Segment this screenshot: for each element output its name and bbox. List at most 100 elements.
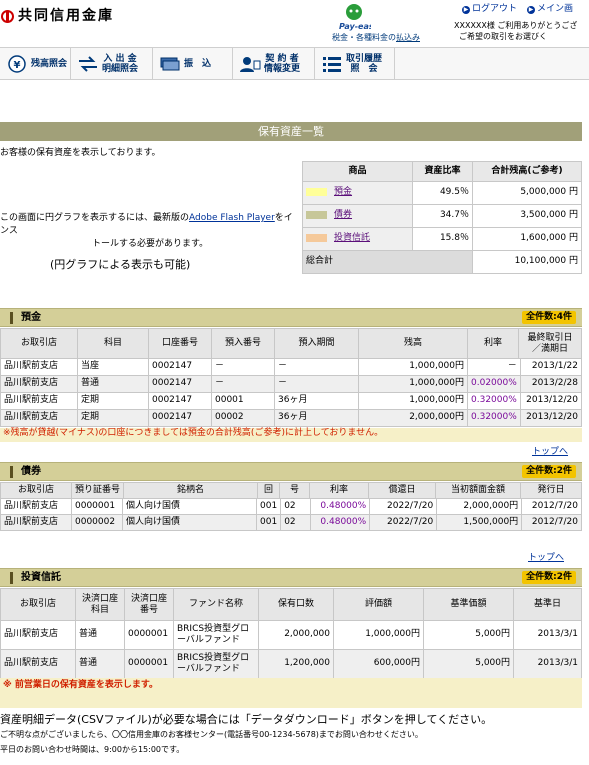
- transfer-arrows-icon: [79, 55, 97, 72]
- table-cell: 品川駅前支店: [0, 498, 72, 515]
- intro-text: お客様の保有資産を表示しております。: [0, 148, 161, 158]
- nav-contract-info[interactable]: 契 約 者情報変更: [233, 48, 315, 79]
- logout-link[interactable]: ▶ ログアウト: [462, 4, 517, 15]
- payeasy-link[interactable]: 払込み: [396, 33, 420, 42]
- deposit-rows: 品川駅前支店 当座 0002147 －－ 1,000,000円－ 2013/1/22 品川駅…: [0, 358, 583, 427]
- legend-swatch: [306, 210, 327, 219]
- table-cell: 0002147: [148, 358, 212, 376]
- nav-transfer[interactable]: 振 込: [153, 48, 233, 79]
- top-link[interactable]: トップへ: [528, 553, 564, 564]
- bank-name: 共同信用金庫: [18, 8, 114, 24]
- summary-link-fund[interactable]: 投資信託: [334, 233, 370, 243]
- table-cell: 2012/7/20: [521, 498, 582, 515]
- table-row: 品川駅前支店 普通 0000001 BRICS投資型グロ ーバルファンド 1,200,0…: [0, 649, 582, 679]
- contact-hours: 平日のお問い合わせ時間は、9:00から15:00です。: [0, 745, 185, 754]
- table-cell: 当座: [77, 358, 149, 376]
- table-cell: 0.32000%: [467, 392, 521, 410]
- svg-text:Pay-easy: Pay-easy: [339, 22, 371, 31]
- summary-total-row: 総合計 10,100,000 円: [302, 250, 582, 274]
- fund-rows: 品川駅前支店 普通 0000001 BRICS投資型グロ ーバルファンド 2,000,0…: [0, 620, 582, 679]
- table-cell: 定期: [77, 392, 149, 410]
- table-row: 品川駅前支店 当座 0002147 －－ 1,000,000円－ 2013/1/22: [0, 358, 583, 376]
- table-cell: 個人向け国債: [122, 514, 257, 531]
- asset-summary-table: 商品 資産比率 合計残高(ご参考) 預金 49.5％ 5,000,000 円 債…: [302, 161, 582, 274]
- contact-info: ご不明な点がございましたら、〇〇信用金庫のお客様センター(電話番号00-1234…: [0, 730, 423, 739]
- table-cell: 2013/1/22: [519, 358, 583, 376]
- status-badge: 全件数:2件: [522, 465, 576, 479]
- bond-section-header: 債券 全件数:2件: [0, 462, 582, 481]
- payeasy-caption: 税金・各種料金の払込み: [332, 33, 420, 42]
- table-row: 品川駅前支店 普通 0002147 －－ 1,000,000円 0.02000% 2013/…: [0, 375, 583, 393]
- arrow-icon: ▶: [462, 6, 470, 14]
- status-badge: 全件数:2件: [522, 571, 576, 585]
- table-cell: 0.48000%: [310, 514, 371, 531]
- table-cell: 0002147: [148, 409, 212, 427]
- yen-coin-icon: ¥: [8, 54, 26, 73]
- flash-notice: この画面に円グラフを表示するには、最新版のAdobe Flash Playerを…: [0, 213, 293, 249]
- summary-link-deposit[interactable]: 預金: [334, 187, 352, 197]
- table-cell: 001: [255, 498, 282, 515]
- table-cell: 2,000,000円: [436, 498, 523, 515]
- svg-text:¥: ¥: [14, 60, 21, 71]
- table-cell: 1,000,000円: [358, 392, 468, 410]
- table-cell: 普通: [75, 620, 125, 650]
- table-cell: 0.02000%: [467, 375, 521, 393]
- csv-notice: 資産明細データ(CSVファイル)が必要な場合には「データダウンロード」ボタンを押…: [0, 713, 493, 726]
- table-cell: 0000001: [124, 620, 174, 650]
- table-cell: 2022/7/20: [369, 498, 438, 515]
- table-cell: BRICS投資型グロ ーバルファンド: [173, 649, 259, 679]
- table-cell: 2,000,000円: [358, 409, 468, 427]
- table-cell: 品川駅前支店: [0, 649, 76, 679]
- table-cell: 1,000,000円: [333, 620, 424, 650]
- arrow-icon: ▶: [527, 6, 535, 14]
- table-cell: 2013/2/28: [519, 375, 583, 393]
- nav-statement-inquiry[interactable]: 入 出 金明細照会: [71, 48, 153, 79]
- table-cell: 5,000円: [423, 649, 514, 679]
- table-cell: 0000002: [71, 514, 123, 531]
- table-cell: 02: [280, 498, 312, 515]
- nav-balance-inquiry[interactable]: ¥ 残高照会: [0, 48, 71, 79]
- table-cell: 00001: [211, 392, 275, 410]
- table-cell: 0002147: [148, 375, 212, 393]
- greeting: XXXXXX様 ご利用ありがとうござ ご希望の取引をお選びく: [454, 21, 578, 41]
- table-row: 品川駅前支店 普通 0000001 BRICS投資型グロ ーバルファンド 2,000,0…: [0, 620, 582, 650]
- summary-row: 債券 34.7％ 3,500,000 円: [302, 204, 582, 228]
- payeasy-logo-icon[interactable]: Pay-easy: [337, 3, 380, 31]
- table-cell: －: [211, 375, 275, 393]
- table-cell: 2,000,000: [258, 620, 334, 650]
- main-nav: ¥ 残高照会 入 出 金明細照会 振 込 契 約 者情報変更 取引履歴照 会: [0, 47, 589, 80]
- table-cell: －: [467, 358, 521, 376]
- table-cell: 普通: [77, 375, 149, 393]
- bank-logo-icon: [1, 10, 14, 23]
- legend-swatch: [306, 187, 327, 196]
- table-cell: 品川駅前支店: [0, 375, 78, 393]
- flash-player-link[interactable]: Adobe Flash Player: [189, 213, 275, 223]
- main-link[interactable]: ▶ メイン画: [527, 4, 573, 15]
- table-cell: 1,200,000: [258, 649, 334, 679]
- bond-table: お取引店 預り証番号 銘柄名 回 号 利率 償還日 当初額面金額 発行日: [0, 482, 582, 499]
- table-cell: 品川駅前支店: [0, 358, 78, 376]
- table-row: 品川駅前支店 0000002 個人向け国債 001 02 0.48000% 2022/7/2…: [0, 514, 582, 531]
- table-cell: 00002: [211, 409, 275, 427]
- table-cell: 600,000円: [333, 649, 424, 679]
- pie-chart-note: (円グラフによる表示も可能): [50, 258, 191, 271]
- table-cell: 2013/12/20: [519, 409, 583, 427]
- table-cell: 2022/7/20: [369, 514, 438, 531]
- bond-rows: 品川駅前支店 0000001 個人向け国債 001 02 0.48000% 2022/7/2…: [0, 498, 582, 531]
- table-cell: 1,000,000円: [358, 358, 468, 376]
- status-badge: 全件数:4件: [522, 311, 576, 325]
- top-link[interactable]: トップへ: [532, 447, 568, 458]
- table-cell: 36ヶ月: [274, 392, 359, 410]
- table-cell: －: [274, 375, 359, 393]
- fund-section-header: 投資信託 全件数:2件: [0, 568, 582, 587]
- table-cell: 5,000円: [423, 620, 514, 650]
- list-icon: [323, 56, 341, 72]
- nav-transaction-history[interactable]: 取引履歴照 会: [315, 48, 395, 79]
- deposit-table: お取引店 科目 口座番号 預入番号 預入期間 残高 利率 最終取引日 ／満期日: [0, 328, 582, 359]
- summary-link-bond[interactable]: 債券: [334, 210, 352, 220]
- table-cell: 品川駅前支店: [0, 409, 78, 427]
- table-cell: 1,500,000円: [436, 514, 523, 531]
- table-cell: －: [211, 358, 275, 376]
- table-cell: 1,000,000円: [358, 375, 468, 393]
- table-cell: 36ヶ月: [274, 409, 359, 427]
